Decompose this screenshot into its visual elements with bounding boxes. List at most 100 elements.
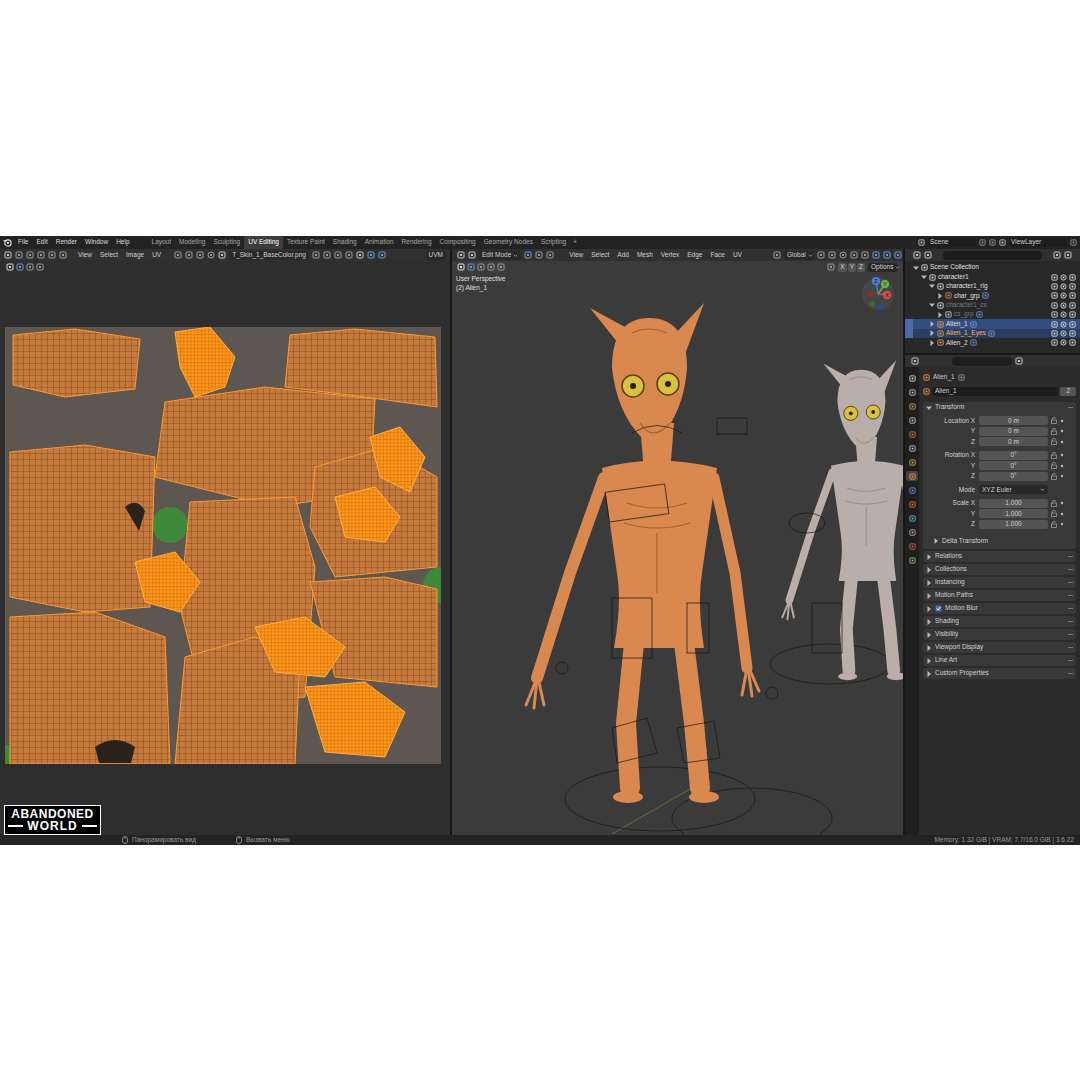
expand-arrow-icon[interactable] — [937, 293, 943, 299]
axis-toggle[interactable]: Y — [848, 263, 856, 272]
mode-dropdown[interactable]: Edit Mode — [479, 251, 521, 260]
select-mode-icon[interactable] — [26, 251, 34, 259]
select-subtract-icon[interactable] — [36, 263, 44, 271]
shield-icon[interactable] — [312, 251, 320, 259]
lock-icon[interactable] — [1051, 462, 1057, 469]
outliner-row[interactable]: char_grp — [905, 291, 1080, 300]
expand-arrow-icon[interactable] — [921, 274, 927, 280]
pin-icon[interactable] — [1015, 357, 1023, 365]
select-new-icon[interactable] — [467, 263, 475, 271]
new-collection-icon[interactable] — [1064, 251, 1072, 259]
face-select-icon[interactable] — [546, 251, 554, 259]
property-tab[interactable] — [906, 429, 918, 439]
menu-item[interactable]: Edit — [36, 239, 47, 246]
panel-arrow-icon[interactable] — [926, 632, 932, 638]
workspace-tab[interactable]: Scripting — [537, 236, 570, 249]
menu-item[interactable]: Render — [56, 239, 77, 246]
snap-icon[interactable] — [185, 251, 193, 259]
select-invert-icon[interactable] — [497, 263, 505, 271]
eye-icon[interactable] — [1060, 339, 1067, 346]
viewport-area[interactable]: User Perspective(2) Alien_1XYZ — [452, 273, 903, 835]
editor-type-icon[interactable] — [911, 357, 919, 365]
visibility-icon[interactable] — [861, 251, 869, 259]
camera-icon[interactable] — [1069, 292, 1076, 299]
panel-header[interactable]: Viewport Display — [923, 642, 1076, 653]
number-field[interactable]: 0° — [979, 451, 1048, 460]
checkbox-icon[interactable] — [1051, 292, 1058, 299]
copy-icon[interactable] — [1070, 239, 1077, 246]
panel-header[interactable]: Motion Blur — [923, 603, 1076, 614]
proportional-icon[interactable] — [207, 251, 215, 259]
panel-header[interactable]: Transform — [923, 402, 1076, 413]
property-tab[interactable] — [906, 415, 918, 425]
editor-type-icon[interactable] — [457, 251, 465, 259]
workspace-tab[interactable]: Layout — [148, 236, 176, 249]
number-field[interactable]: 0 m — [979, 416, 1048, 425]
pivot-icon[interactable] — [174, 251, 182, 259]
number-field[interactable]: 1.000 — [979, 509, 1048, 518]
eye-icon[interactable] — [1060, 283, 1067, 290]
eye-icon[interactable] — [1060, 274, 1067, 281]
property-tab[interactable] — [906, 471, 918, 481]
property-tab[interactable] — [906, 555, 918, 565]
outliner-row[interactable]: cs_grp — [905, 310, 1080, 319]
keyframe-dot-icon[interactable] — [1060, 453, 1064, 457]
panel-arrow-icon[interactable] — [926, 593, 932, 599]
proportional-icon[interactable] — [839, 251, 847, 259]
number-field[interactable]: 0° — [979, 461, 1048, 470]
mode-icon[interactable] — [468, 251, 476, 259]
number-field[interactable]: 1.000 — [979, 499, 1048, 508]
workspace-tab[interactable]: Sculpting — [209, 236, 244, 249]
snap-icon[interactable] — [828, 251, 836, 259]
checkbox-icon[interactable] — [1051, 283, 1058, 290]
outliner-row[interactable]: character1_cs — [905, 301, 1080, 310]
number-field[interactable]: 0 m — [979, 437, 1048, 446]
camera-icon[interactable] — [1069, 330, 1076, 337]
workspace-tab[interactable]: Geometry Nodes — [480, 236, 537, 249]
keyframe-dot-icon[interactable] — [1060, 474, 1064, 478]
sync-icon[interactable] — [59, 251, 67, 259]
uv-map-canvas[interactable] — [5, 327, 441, 764]
object-name-field[interactable]: Alien_1 — [932, 387, 1058, 396]
axis-toggle[interactable]: X — [838, 263, 846, 272]
property-tab[interactable] — [906, 527, 918, 537]
panel-header[interactable]: Motion Paths — [923, 590, 1076, 601]
workspace-tab[interactable]: Animation — [361, 236, 398, 249]
checkbox-icon[interactable] — [1051, 302, 1058, 309]
panel-header[interactable]: Visibility — [923, 629, 1076, 640]
edge-select-icon[interactable] — [535, 251, 543, 259]
property-tab[interactable] — [906, 499, 918, 509]
new-image-icon[interactable] — [323, 251, 331, 259]
panel-header[interactable]: Relations — [923, 551, 1076, 562]
menu-item[interactable]: File — [18, 239, 28, 246]
uv-map-field[interactable]: UVM — [426, 251, 446, 260]
expand-arrow-icon[interactable] — [929, 302, 935, 308]
property-tab[interactable] — [906, 387, 918, 397]
view-layer-field[interactable]: ViewLayer — [1009, 238, 1067, 247]
select-mode-icon[interactable] — [37, 251, 45, 259]
panel-arrow-icon[interactable] — [926, 658, 932, 664]
panel-header[interactable]: Instancing — [923, 577, 1076, 588]
outliner-row[interactable]: Scene Collection — [905, 263, 1080, 272]
lock-icon[interactable] — [1051, 438, 1057, 445]
image-name-field[interactable]: T_Skin_1_BaseColor.png — [229, 251, 309, 260]
keyframe-dot-icon[interactable] — [1060, 512, 1064, 516]
workspace-tab[interactable]: Rendering — [398, 236, 436, 249]
keyframe-dot-icon[interactable] — [1060, 522, 1064, 526]
snap-target-icon[interactable] — [196, 251, 204, 259]
workspace-tab[interactable]: Modeling — [175, 236, 209, 249]
tool-settings-icon[interactable] — [6, 263, 14, 271]
outliner-row[interactable]: character1_rig — [905, 282, 1080, 291]
lock-icon[interactable] — [1051, 428, 1057, 435]
eye-icon[interactable] — [1060, 302, 1067, 309]
mirror-icon[interactable] — [827, 263, 835, 271]
rotation-mode-dropdown[interactable]: XYZ Euler — [979, 485, 1048, 494]
panel-arrow-icon[interactable] — [926, 671, 932, 677]
menu-item[interactable]: View — [78, 252, 92, 259]
camera-icon[interactable] — [1069, 339, 1076, 346]
filter-icon[interactable] — [1053, 251, 1061, 259]
camera-icon[interactable] — [1069, 311, 1076, 318]
image-browse-icon[interactable] — [218, 251, 226, 259]
menu-item[interactable]: Image — [126, 252, 144, 259]
axis-toggle[interactable]: Z — [857, 263, 865, 272]
